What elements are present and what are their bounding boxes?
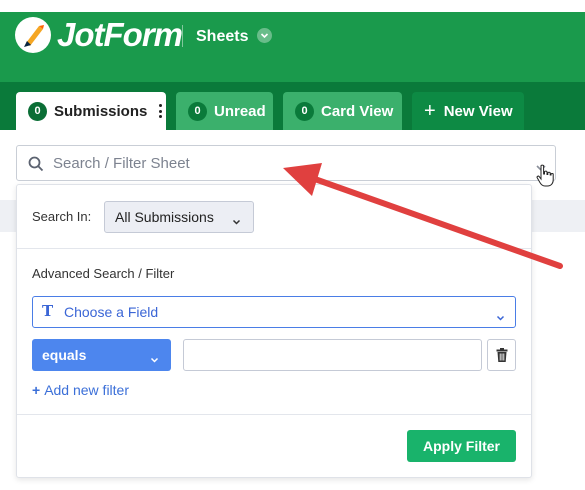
search-placeholder: Search / Filter Sheet xyxy=(53,155,190,172)
delete-filter-button[interactable] xyxy=(487,339,516,371)
apply-filter-button[interactable]: Apply Filter xyxy=(407,430,516,462)
tab-submissions[interactable]: 0 Submissions xyxy=(16,92,166,130)
operator-value: equals xyxy=(42,347,87,363)
plus-icon: + xyxy=(424,100,436,122)
chevron-down-icon[interactable] xyxy=(257,28,272,43)
operator-select[interactable]: equals xyxy=(32,339,171,371)
search-in-select[interactable]: All Submissions xyxy=(104,201,254,233)
count-badge: 0 xyxy=(188,101,207,121)
chevron-down-icon xyxy=(496,309,505,327)
tab-bar: 0 Submissions 0 Unread 0 Card View + New… xyxy=(0,82,585,130)
chevron-down-icon xyxy=(150,351,159,367)
logo-text[interactable]: JotForm xyxy=(57,17,183,53)
chevron-down-icon xyxy=(232,213,241,229)
advanced-search-label: Advanced Search / Filter xyxy=(32,266,175,281)
jotform-tables-screen: JotForm Sheets 0 Submissions 0 Unread 0 … xyxy=(0,0,585,490)
count-badge: 0 xyxy=(295,101,314,121)
hand-cursor-icon xyxy=(535,164,557,193)
search-in-value: All Submissions xyxy=(115,209,214,225)
add-new-filter-link[interactable]: + Add new filter xyxy=(32,382,129,398)
sheets-label[interactable]: Sheets xyxy=(196,28,248,46)
add-filter-label: Add new filter xyxy=(44,382,130,398)
filter-value-input[interactable] xyxy=(183,339,482,371)
tab-label: Card View xyxy=(321,102,394,120)
tab-label: Submissions xyxy=(54,102,148,120)
text-field-icon: T xyxy=(42,302,54,320)
search-icon xyxy=(28,156,44,177)
tab-unread[interactable]: 0 Unread xyxy=(176,92,273,130)
tab-new-view[interactable]: + New View xyxy=(412,92,524,130)
divider xyxy=(17,248,531,249)
divider xyxy=(17,414,531,415)
tab-card-view[interactable]: 0 Card View xyxy=(283,92,402,130)
field-select-placeholder: Choose a Field xyxy=(64,304,159,320)
search-in-label: Search In: xyxy=(32,209,92,224)
top-strip xyxy=(0,0,585,12)
tab-label: Unread xyxy=(214,102,266,120)
trash-icon xyxy=(496,348,508,362)
tab-label: New View xyxy=(443,102,513,120)
header-divider xyxy=(182,25,183,47)
count-badge: 0 xyxy=(28,101,47,121)
plus-icon: + xyxy=(32,382,41,398)
jotform-logo-icon[interactable] xyxy=(15,17,51,53)
kebab-menu-icon[interactable] xyxy=(159,104,163,118)
